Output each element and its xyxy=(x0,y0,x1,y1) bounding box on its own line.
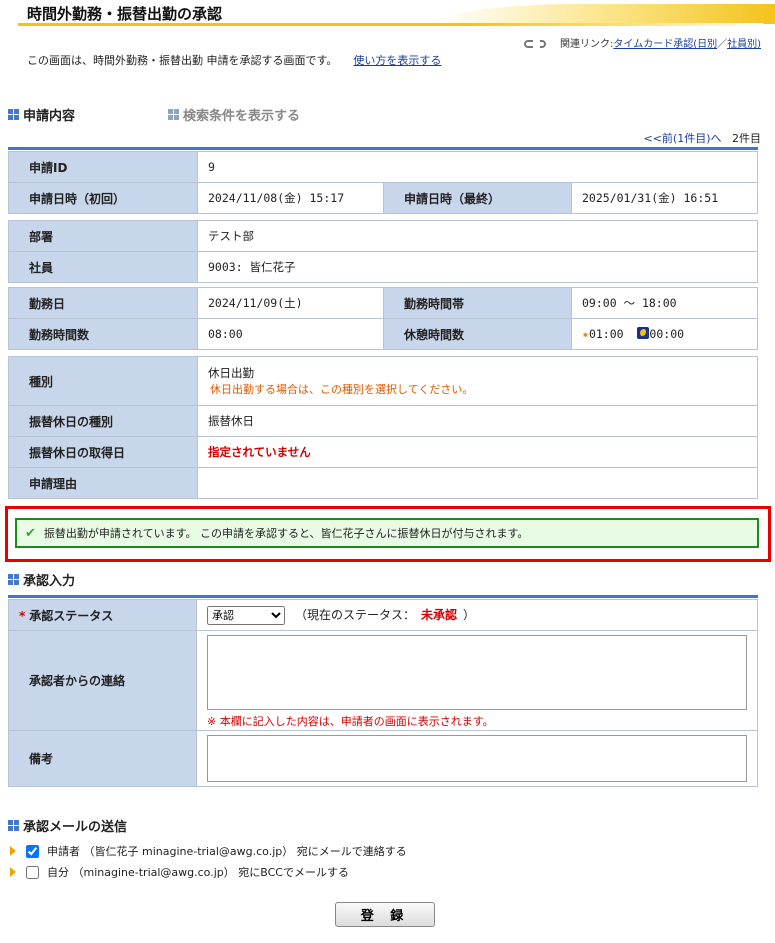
approval-section-heading: 承認入力 xyxy=(8,570,75,589)
dept-value: テスト部 xyxy=(197,220,758,252)
alert-highlight: ✔ 振替出勤が申請されています。 この申請を承認すると、皆仁花子さんに振替休日が付… xyxy=(5,506,771,562)
approver-message-textarea[interactable] xyxy=(207,634,747,710)
sub-type-label: 振替休日の種別 xyxy=(8,405,198,437)
applied-last-value: 2025/01/31(金) 16:51 xyxy=(571,182,758,214)
section-bullet-icon xyxy=(8,820,19,831)
status-value-cell: 承認 （現在のステータス： 未承認 ） xyxy=(196,599,758,631)
break-label: 休憩時間数 xyxy=(383,318,572,350)
mail-applicant-checkbox[interactable] xyxy=(26,844,39,858)
related-separator: ／ xyxy=(717,39,728,50)
status-label-cell: * 承認ステータス xyxy=(8,599,197,631)
current-status-suffix: ） xyxy=(463,607,476,622)
required-mark: * xyxy=(19,608,26,623)
mail-section-heading: 承認メールの送信 xyxy=(8,816,127,835)
page-title: 時間外勤務・振替出勤の承認 xyxy=(27,5,223,23)
arrow-bullet-icon xyxy=(10,867,16,877)
sub-type-value: 振替休日 xyxy=(197,405,758,437)
approval-heading-text: 承認入力 xyxy=(23,574,76,589)
alert-text: 振替出勤が申請されています。 この申請を承認すると、皆仁花子さんに振替休日が付与… xyxy=(43,527,529,540)
work-table: 勤務日 2024/11/09(土) 勤務時間帯 09:00 ～ 18:00 勤務… xyxy=(8,287,758,350)
check-icon: ✔ xyxy=(25,525,36,541)
pager-prev-link[interactable]: <<前(1件目)へ xyxy=(643,132,721,145)
description-text: この画面は、時間外勤務・振替出勤 申請を承認する画面です。 xyxy=(27,54,338,67)
reason-label: 申請理由 xyxy=(8,467,198,499)
type-table: 種別 休日出勤 休日出勤する場合は、この種別を選択してください。 振替休日の種別… xyxy=(8,356,758,499)
moon-icon xyxy=(637,327,650,339)
section-bullet-icon xyxy=(168,109,179,120)
type-note: 休日出勤する場合は、この種別を選択してください。 xyxy=(210,383,474,396)
remarks-cell xyxy=(196,730,758,787)
request-section-heading: 申請内容 xyxy=(8,105,75,124)
message-label: 承認者からの連絡 xyxy=(8,630,197,731)
work-duration-label: 勤務時間数 xyxy=(8,318,198,350)
request-heading-text: 申請内容 xyxy=(23,109,76,124)
section-bullet-icon xyxy=(8,574,19,585)
register-button[interactable]: 登 録 xyxy=(335,902,435,927)
break-day-value: 01:00 xyxy=(588,327,624,341)
work-hours-label: 勤務時間帯 xyxy=(383,287,572,319)
pager: <<前(1件目)へ 2件目 xyxy=(643,130,761,146)
status-label: 承認ステータス xyxy=(29,608,114,623)
approval-table: * 承認ステータス 承認 （現在のステータス： 未承認 ） 承認者からの連絡 ※ 本欄に… xyxy=(8,599,758,787)
applied-first-value: 2024/11/08(金) 15:17 xyxy=(197,182,384,214)
sub-date-label: 振替休日の取得日 xyxy=(8,436,198,468)
mail-self-label[interactable]: 自分 （minagine-trial@awg.co.jp） 宛にBCCでメールす… xyxy=(47,864,349,880)
section-divider xyxy=(8,595,758,598)
type-value-cell: 休日出勤 休日出勤する場合は、この種別を選択してください。 xyxy=(197,356,758,406)
applied-last-label: 申請日時（最終） xyxy=(383,182,572,214)
remarks-textarea[interactable] xyxy=(207,735,747,782)
employee-label: 社員 xyxy=(8,251,198,283)
arrow-bullet-icon xyxy=(10,846,16,856)
title-bar: 時間外勤務・振替出勤の承認 xyxy=(18,0,775,26)
related-label: 関連リンク: xyxy=(560,39,614,50)
sun-icon: ✷ xyxy=(582,327,589,341)
dept-label: 部署 xyxy=(8,220,198,252)
mail-applicant-label[interactable]: 申請者 （皆仁花子 minagine-trial@awg.co.jp） 宛にメー… xyxy=(47,843,407,859)
message-note: ※ 本欄に記入した内容は、申請者の画面に表示されます。 xyxy=(207,714,494,728)
work-duration-value: 08:00 xyxy=(197,318,384,350)
type-value: 休日出勤 xyxy=(208,366,254,380)
type-label: 種別 xyxy=(8,356,198,406)
reason-value xyxy=(197,467,758,499)
status-select[interactable]: 承認 xyxy=(207,605,285,625)
related-links: 関連リンク:タイムカード承認(日別／社員別) xyxy=(524,35,761,50)
current-status: 未承認 xyxy=(421,607,458,622)
section-divider xyxy=(8,147,758,150)
page-description: この画面は、時間外勤務・振替出勤 申請を承認する画面です。 使い方を表示する xyxy=(27,52,441,68)
employee-value: 9003: 皆仁花子 xyxy=(197,251,758,283)
request-id-value: 9 xyxy=(197,151,758,183)
remarks-label: 備考 xyxy=(8,730,197,787)
work-date-label: 勤務日 xyxy=(8,287,198,319)
howto-link[interactable]: 使い方を表示する xyxy=(353,54,441,67)
link-timecard-daily[interactable]: タイムカード承認(日別 xyxy=(613,39,717,50)
mail-option-self: 自分 （minagine-trial@awg.co.jp） 宛にBCCでメールす… xyxy=(10,864,349,880)
work-date-value: 2024/11/09(土) xyxy=(197,287,384,319)
mail-self-checkbox[interactable] xyxy=(26,865,39,879)
request-id-label: 申請ID xyxy=(8,151,198,183)
applied-first-label: 申請日時（初回） xyxy=(8,182,198,214)
link-icon xyxy=(524,38,547,50)
mail-heading-text: 承認メールの送信 xyxy=(23,820,128,835)
break-value: ✷01:00 00:00 xyxy=(571,318,758,350)
substitute-work-alert: ✔ 振替出勤が申請されています。 この申請を承認すると、皆仁花子さんに振替休日が付… xyxy=(15,518,759,548)
link-by-employee[interactable]: 社員別) xyxy=(727,39,761,50)
employee-table: 部署 テスト部 社員 9003: 皆仁花子 xyxy=(8,220,758,283)
sub-date-unset: 指定されていません xyxy=(208,445,311,459)
work-hours-value: 09:00 ～ 18:00 xyxy=(571,287,758,319)
current-status-prefix: （現在のステータス： xyxy=(295,607,416,622)
mail-option-applicant: 申請者 （皆仁花子 minagine-trial@awg.co.jp） 宛にメー… xyxy=(10,843,407,859)
break-night-value: 00:00 xyxy=(649,327,685,341)
request-id-table: 申請ID 9 申請日時（初回） 2024/11/08(金) 15:17 申請日時… xyxy=(8,151,758,214)
pager-count: 2件目 xyxy=(732,132,761,145)
sub-date-value: 指定されていません xyxy=(197,436,758,468)
title-decoration xyxy=(438,4,775,24)
search-toggle[interactable]: 検索条件を表示する xyxy=(168,105,300,124)
section-bullet-icon xyxy=(8,109,19,120)
search-toggle-text[interactable]: 検索条件を表示する xyxy=(183,105,300,124)
message-cell: ※ 本欄に記入した内容は、申請者の画面に表示されます。 xyxy=(196,630,758,731)
